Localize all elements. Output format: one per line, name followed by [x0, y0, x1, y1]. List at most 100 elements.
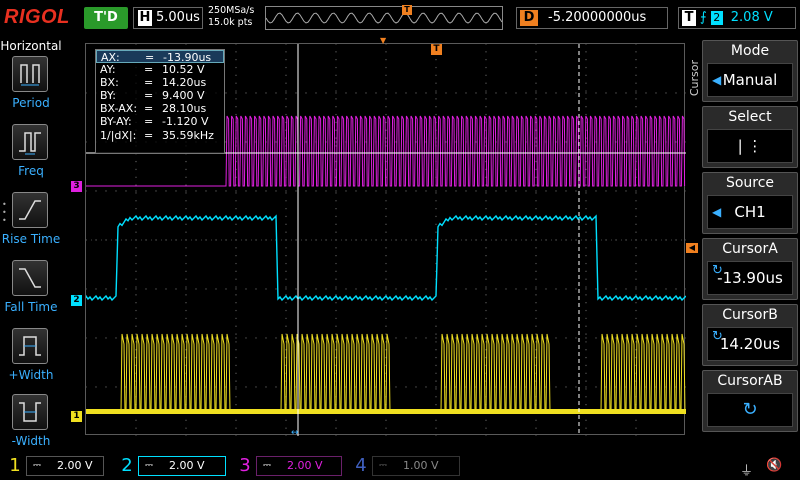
trigger-level-marker: ◀ [686, 243, 698, 253]
timebase-value: 5.00us [156, 10, 200, 25]
dc-coupling-icon: ⎓ [379, 460, 387, 471]
measure-neg-width[interactable]: -Width [0, 394, 62, 460]
ch3-scale-box: ⎓ 2.00 V [256, 456, 342, 476]
cursor-row-bx-ax: BX-AX: = 28.10us [96, 102, 224, 115]
measure-sidebar: Horizontal Period Freq • • • Rise Time Fal… [0, 36, 62, 452]
menu-arrow-icon: ◀ [712, 205, 722, 219]
channel-status-bar: 1 ⎓ 2.00 V 2 ⎓ 2.00 V 3 ⎓ 2.00 V 4 ⎓ 1.00 V … [0, 452, 800, 480]
cursor-row-ax: AX: = -13.90us [96, 50, 224, 64]
select-menu-item[interactable]: Select | ⋮ [702, 106, 798, 168]
trigger-t-marker: T [431, 44, 442, 55]
ch1-label: 1 [9, 455, 21, 476]
cursor-value: 9.400 V [162, 89, 205, 103]
ch3-status[interactable]: 3 ⎓ 2.00 V [234, 454, 344, 478]
measure-period[interactable]: Period [0, 56, 62, 122]
cursor-key: BX: [100, 76, 119, 90]
source-menu-item[interactable]: Source ◀ CH1 [702, 172, 798, 234]
cursor-b-value: ↻ 14.20us [707, 327, 793, 361]
cursor-eq: = [144, 63, 154, 77]
knob-icon: ↻ [742, 399, 758, 420]
ch2-scale: 2.00 V [169, 459, 205, 472]
ch1-scale: 2.00 V [57, 459, 93, 472]
ch3-label: 3 [239, 455, 251, 476]
brand-logo: RIGOL [4, 6, 70, 28]
cursor-key: BX-AX: [100, 102, 138, 116]
ch1-offset-marker[interactable]: 1 [71, 411, 82, 422]
freq-icon [12, 124, 48, 160]
trigger-display[interactable]: T ⨍ 2 2.08 V [678, 7, 796, 29]
cursor-a-bottom-icon: ↔ [291, 428, 299, 438]
memory-overview-bar[interactable]: T [265, 5, 503, 30]
knob-icon: ↻ [712, 263, 723, 278]
mode-value: ◀ Manual [707, 63, 793, 97]
cursor-key: AY: [100, 63, 116, 77]
menu-arrow-icon: ◀ [712, 73, 722, 87]
measure-category-title[interactable]: Horizontal [0, 39, 62, 53]
measure-rise-time-label: Rise Time [1, 232, 61, 246]
source-title: Source [725, 175, 775, 191]
source-value-text: CH1 [734, 203, 766, 221]
ch1-status[interactable]: 1 ⎓ 2.00 V [4, 454, 108, 478]
trigger-tag: T [682, 10, 696, 26]
cursor-key: AX: [101, 51, 120, 64]
cursor-a-menu-item[interactable]: CursorA ↻ -13.90us [702, 238, 798, 300]
run-status-badge[interactable]: T'D [84, 7, 128, 29]
delay-tag: D [520, 10, 538, 26]
cursor-b-menu-item[interactable]: CursorB ↻ 14.20us [702, 304, 798, 366]
cursor-readout-panel: AX: = -13.90us AY: = 10.52 V BX: = 14.20us BY:… [95, 49, 225, 154]
ch2-status[interactable]: 2 ⎓ 2.00 V [116, 454, 230, 478]
delay-display[interactable]: D -5.20000000us [516, 7, 668, 29]
ch4-status[interactable]: 4 ⎓ 1.00 V [350, 454, 462, 478]
measure-fall-time-label: Fall Time [4, 300, 58, 314]
cursor-eq: = [144, 128, 154, 142]
dc-coupling-icon: ⎓ [145, 460, 153, 471]
ch1-waveform [120, 333, 686, 413]
ch3-scale: 2.00 V [287, 459, 323, 472]
trigger-time-marker: ▼ [380, 36, 387, 45]
ch2-offset-marker[interactable]: 2 [71, 295, 82, 306]
sample-rate: 250MSa/s [208, 5, 255, 16]
dc-coupling-icon: ⎓ [33, 460, 41, 471]
cursor-value: -1.120 V [162, 115, 209, 129]
cursor-row-freq: 1/|dX|: = 35.59kHz [96, 129, 224, 142]
measure-pos-width[interactable]: +Width [0, 328, 62, 394]
memory-depth: 15.0k pts [208, 17, 253, 28]
cursor-row-by: BY: = 9.400 V [96, 89, 224, 102]
measure-freq-label: Freq [18, 164, 44, 178]
measure-freq[interactable]: Freq [0, 124, 62, 190]
ch4-scale-box: ⎓ 1.00 V [372, 456, 460, 476]
cursor-eq: = [144, 89, 154, 103]
fall-time-icon [12, 260, 48, 296]
cursor-row-ay: AY: = 10.52 V [96, 63, 224, 76]
cursor-ab-menu-item[interactable]: CursorAB ↻ [702, 370, 798, 432]
cursor-value: -13.90us [163, 51, 212, 64]
timebase-display[interactable]: H 5.00us [133, 7, 203, 29]
delay-value: -5.20000000us [548, 10, 647, 25]
cursor-value: 35.59kHz [162, 128, 214, 142]
measure-rise-time[interactable]: Rise Time [0, 192, 62, 258]
cursor-value: 10.52 V [162, 63, 205, 77]
mode-menu-item[interactable]: Mode ◀ Manual [702, 40, 798, 102]
ch4-label: 4 [355, 455, 367, 476]
sample-info: 250MSa/s 15.0k pts [208, 5, 254, 29]
ch2-label: 2 [121, 455, 133, 476]
measure-neg-width-label: -Width [11, 434, 51, 448]
select-title: Select [728, 109, 772, 125]
usb-icon: ⏚ [740, 464, 754, 479]
cursor-menu: Mode ◀ Manual Select | ⋮ Source ◀ CH1 Curs… [702, 40, 798, 440]
timebase-tag: H [138, 10, 152, 26]
select-value: | ⋮ [707, 129, 793, 163]
cursor-b-value-text: 14.20us [719, 335, 781, 353]
cursor-key: BY-AY: [100, 115, 132, 129]
mode-title: Mode [730, 43, 770, 59]
speaker-muted-icon[interactable]: 🔇 [766, 458, 786, 474]
memory-waveform-preview [265, 12, 503, 24]
cursor-a-value: ↻ -13.90us [707, 261, 793, 295]
cursor-eq: = [144, 76, 154, 90]
cursor-value: 14.20us [162, 76, 207, 90]
measure-fall-time[interactable]: Fall Time [0, 260, 62, 326]
cursor-eq: = [144, 102, 154, 116]
menu-vertical-label: Cursor [688, 60, 701, 97]
rising-edge-icon: ⨍ [700, 10, 707, 25]
ch3-offset-marker[interactable]: 3 [71, 181, 82, 192]
